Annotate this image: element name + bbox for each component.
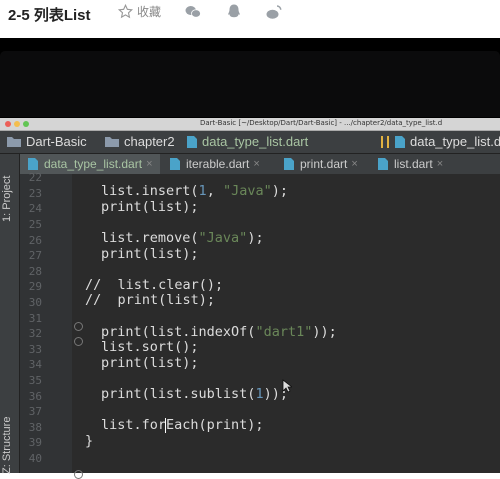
code-line-26: list.remove("Java"); bbox=[101, 230, 264, 246]
run-config-icon bbox=[381, 135, 389, 148]
code-line-30: // print(list); bbox=[85, 292, 216, 308]
line-number: 33 bbox=[28, 343, 42, 356]
close-tab-icon[interactable]: × bbox=[253, 158, 259, 170]
code-line-24: print(list); bbox=[101, 199, 199, 215]
line-number: 35 bbox=[28, 374, 42, 387]
tab-label: print.dart bbox=[300, 157, 348, 171]
tab-print[interactable]: print.dart × bbox=[278, 154, 368, 174]
close-window-button[interactable] bbox=[5, 121, 11, 127]
code-line-23: list.insert(1, "Java"); bbox=[101, 183, 288, 199]
code-token: )); bbox=[312, 324, 337, 340]
code-string: "Java" bbox=[222, 183, 272, 199]
line-number: 26 bbox=[28, 234, 42, 247]
close-tab-icon[interactable]: × bbox=[437, 158, 443, 170]
code-token: list.insert( bbox=[101, 183, 199, 199]
close-tab-icon[interactable]: × bbox=[146, 158, 152, 170]
navigation-bar: Dart-Basic chapter2 data_type_list.dart … bbox=[0, 131, 500, 154]
breadcrumb-project[interactable]: Dart-Basic bbox=[6, 134, 87, 149]
code-string: "Java" bbox=[198, 230, 248, 246]
breadcrumb-label: Dart-Basic bbox=[26, 134, 87, 149]
mouse-pointer-icon bbox=[282, 379, 292, 393]
weibo-icon[interactable] bbox=[265, 3, 283, 21]
structure-tool-tab[interactable]: Z: Structure bbox=[1, 417, 13, 474]
window-titlebar: Dart-Basic [~/Desktop/Dart/Dart-Basic] -… bbox=[0, 118, 500, 131]
line-number: 29 bbox=[28, 280, 42, 293]
code-token: print(list.sublist( bbox=[101, 386, 256, 402]
line-number: 37 bbox=[28, 405, 42, 418]
tab-list[interactable]: list.dart × bbox=[372, 154, 468, 174]
tab-label: list.dart bbox=[394, 157, 433, 171]
breadcrumb-folder[interactable]: chapter2 bbox=[104, 134, 175, 149]
line-number: 32 bbox=[28, 327, 42, 340]
breadcrumb-label: chapter2 bbox=[124, 134, 175, 149]
code-string: "dart1" bbox=[255, 324, 313, 340]
code-line-32: print(list.indexOf("dart1")); bbox=[101, 324, 337, 340]
dart-file-icon bbox=[378, 158, 388, 170]
code-line-36: print(list.sublist(1)); bbox=[101, 386, 288, 402]
fold-marker-icon[interactable] bbox=[74, 337, 83, 346]
folder-icon bbox=[7, 137, 21, 147]
minimize-window-button[interactable] bbox=[14, 121, 20, 127]
line-number: 25 bbox=[28, 218, 42, 231]
line-number: 31 bbox=[28, 312, 42, 325]
dart-file-icon bbox=[395, 135, 405, 148]
line-number: 27 bbox=[28, 249, 42, 262]
line-number: 22 bbox=[28, 171, 42, 184]
project-tool-tab[interactable]: 1: Project bbox=[1, 176, 13, 222]
close-tab-icon[interactable]: × bbox=[351, 158, 357, 170]
code-line-33: list.sort(); bbox=[101, 339, 199, 355]
window-title: Dart-Basic [~/Desktop/Dart/Dart-Basic] -… bbox=[200, 119, 443, 127]
page-header: 2-5 列表List 收藏 bbox=[0, 0, 500, 38]
code-line-38: list.forEach(print); bbox=[101, 417, 264, 433]
code-number: 1 bbox=[255, 386, 264, 402]
line-number: 34 bbox=[28, 358, 42, 371]
code-token: ); bbox=[247, 230, 264, 246]
star-icon bbox=[118, 4, 133, 19]
fold-marker-icon[interactable] bbox=[74, 322, 83, 331]
line-number: 40 bbox=[28, 452, 42, 465]
code-line-39: } bbox=[85, 433, 94, 449]
dart-file-icon bbox=[170, 158, 180, 170]
tab-label: iterable.dart bbox=[186, 157, 250, 171]
line-number: 24 bbox=[28, 202, 42, 215]
breadcrumb-file[interactable]: data_type_list.dart bbox=[186, 134, 308, 149]
tab-label: data_type_list.dart bbox=[44, 157, 143, 171]
editor-tabs: data_type_list.dart × iterable.dart × pr… bbox=[20, 154, 500, 175]
maximize-window-button[interactable] bbox=[23, 121, 29, 127]
code-token: , bbox=[206, 183, 223, 199]
wechat-icon[interactable] bbox=[184, 3, 202, 21]
page-title: 2-5 列表List bbox=[8, 7, 91, 24]
code-line-27: print(list); bbox=[101, 246, 199, 262]
line-number: 38 bbox=[28, 421, 42, 434]
video-top-bar bbox=[0, 51, 500, 117]
line-number: 28 bbox=[28, 265, 42, 278]
line-number: 36 bbox=[28, 390, 42, 403]
dart-file-icon bbox=[28, 158, 38, 170]
dart-file-icon bbox=[187, 135, 197, 148]
favorite-label: 收藏 bbox=[137, 5, 162, 19]
code-token: list.remove( bbox=[101, 230, 199, 246]
qq-icon[interactable] bbox=[225, 3, 243, 21]
tab-iterable[interactable]: iterable.dart × bbox=[164, 154, 274, 174]
text-cursor bbox=[165, 418, 166, 433]
video-player[interactable]: Dart-Basic [~/Desktop/Dart/Dart-Basic] -… bbox=[0, 38, 500, 479]
line-number: 23 bbox=[28, 187, 42, 200]
tool-window-sidebar: 1: Project Z: Structure bbox=[0, 154, 20, 474]
breadcrumb-label: data_type_list.dart bbox=[202, 134, 309, 149]
fold-marker-icon[interactable] bbox=[74, 470, 83, 479]
code-token: print(list.indexOf( bbox=[101, 324, 256, 340]
line-number: 30 bbox=[28, 296, 42, 309]
code-line-34: print(list); bbox=[101, 355, 199, 371]
run-config-label: data_type_list.d bbox=[410, 134, 500, 149]
folder-icon bbox=[105, 137, 119, 147]
line-number: 39 bbox=[28, 436, 42, 449]
favorite-button[interactable]: 收藏 bbox=[118, 3, 161, 20]
ide-window: Dart-Basic [~/Desktop/Dart/Dart-Basic] -… bbox=[0, 118, 500, 479]
code-number: 1 bbox=[198, 183, 207, 199]
run-config-selector[interactable]: data_type_list.d bbox=[380, 134, 500, 149]
code-token: ); bbox=[271, 183, 288, 199]
code-line-29: // list.clear(); bbox=[85, 277, 224, 293]
dart-file-icon bbox=[284, 158, 294, 170]
